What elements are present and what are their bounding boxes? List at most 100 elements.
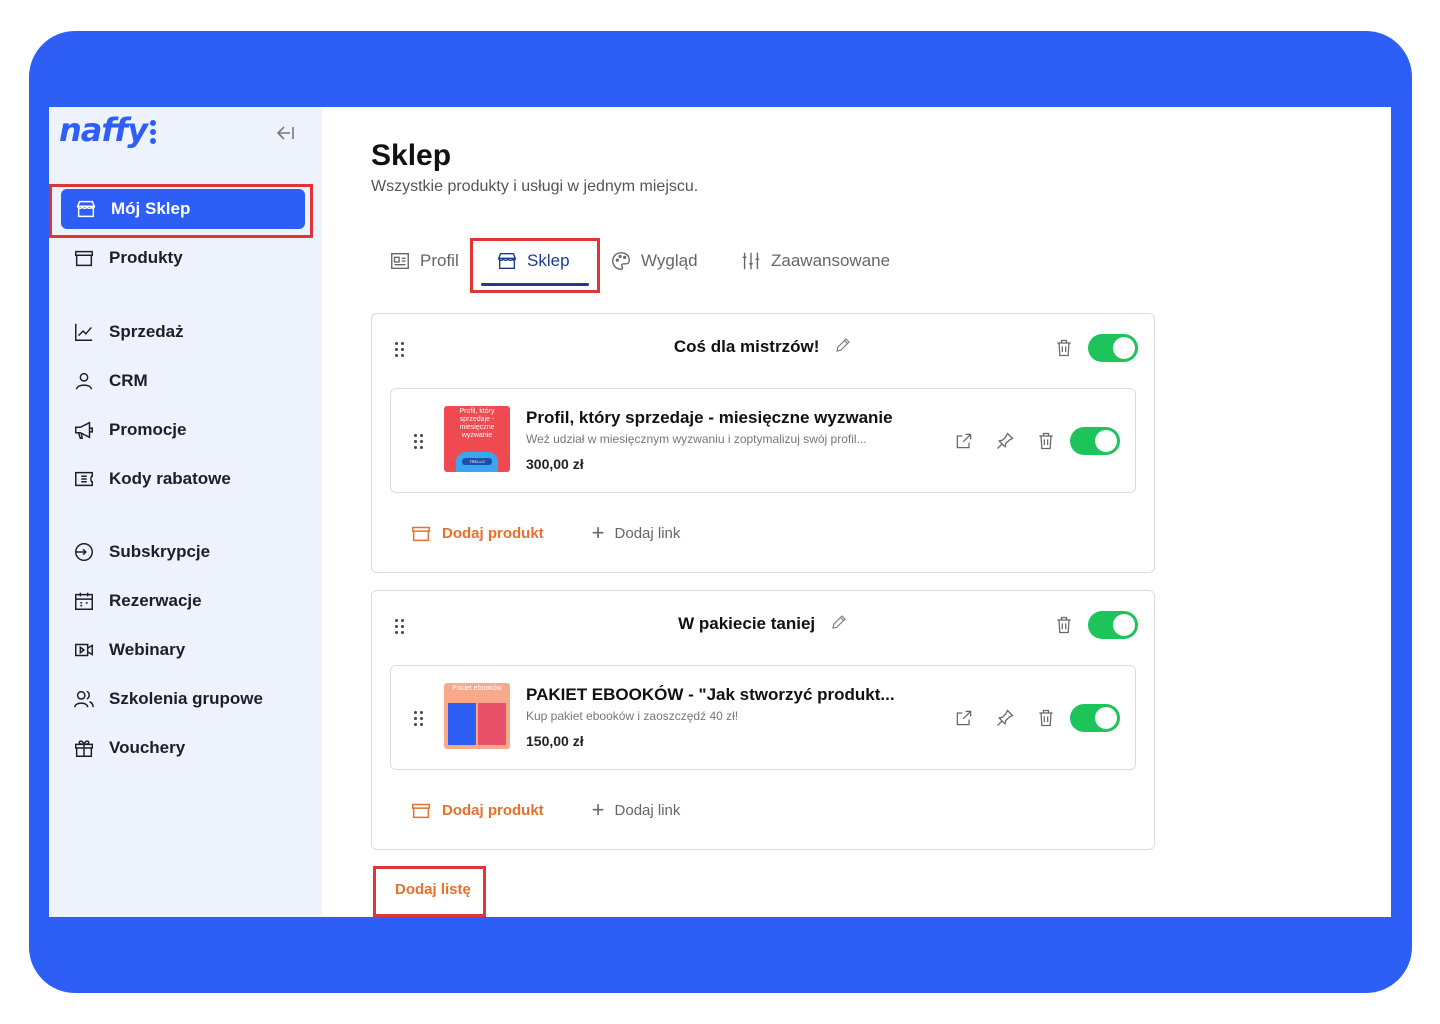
tab-profil[interactable]: Profil — [388, 241, 459, 281]
highlight-box — [49, 184, 313, 238]
product-description: Kup pakiet ebooków i zaoszczędź 40 zł! — [526, 709, 739, 723]
product-list-card: Coś dla mistrzów! Profil, który sprzedaj… — [371, 313, 1155, 573]
video-icon — [71, 637, 97, 663]
add-product-label: Dodaj produkt — [442, 524, 544, 542]
logo: naffy — [59, 111, 148, 149]
sidebar-item-webinary[interactable]: Webinary — [71, 630, 301, 670]
add-link-label: Dodaj link — [614, 524, 681, 542]
add-link-label: Dodaj link — [614, 801, 681, 819]
list-actions: Dodaj produkt + Dodaj link — [410, 798, 680, 822]
trash-icon[interactable] — [1053, 337, 1075, 359]
sidebar-item-label: Szkolenia grupowe — [109, 689, 263, 708]
sidebar-item-szkolenia-grupowe[interactable]: Szkolenia grupowe — [71, 679, 301, 719]
highlight-box — [373, 866, 486, 917]
ebook-cover-right — [478, 703, 506, 745]
sidebar-item-label: CRM — [109, 371, 148, 390]
product-name: PAKIET EBOOKÓW - "Jak stworzyć produkt..… — [526, 685, 895, 704]
thumbnail-text: Pakiet ebooków — [452, 685, 502, 692]
group-icon — [71, 686, 97, 712]
sidebar-item-label: Kody rabatowe — [109, 469, 231, 488]
pencil-icon[interactable] — [830, 613, 848, 636]
sidebar-item-sprzedaz[interactable]: Sprzedaż — [71, 312, 301, 352]
product-description: Weź udział w miesięcznym wyzwaniu i zopt… — [526, 432, 867, 446]
list-visibility-toggle[interactable] — [1088, 334, 1138, 362]
tab-label: Zaawansowane — [771, 251, 891, 270]
product-visibility-toggle[interactable] — [1070, 427, 1120, 455]
plus-icon: + — [591, 520, 605, 545]
list-title: Coś dla mistrzów! — [372, 336, 1154, 359]
folder-icon — [412, 803, 430, 819]
list-actions: Dodaj produkt + Dodaj link — [410, 521, 680, 545]
sidebar-item-label: Webinary — [109, 640, 186, 659]
pin-icon[interactable] — [994, 707, 1016, 729]
external-link-icon[interactable] — [953, 430, 975, 452]
page-title: Sklep — [371, 139, 452, 172]
megaphone-icon — [71, 417, 97, 443]
product-thumbnail: Profil, który sprzedaje - miesięczne wyz… — [444, 406, 510, 472]
list-title-text: Coś dla mistrzów! — [673, 337, 820, 356]
box-icon — [71, 245, 97, 271]
ebook-cover-left — [448, 703, 476, 745]
trash-icon[interactable] — [1053, 614, 1075, 636]
folder-icon — [412, 526, 430, 542]
drag-handle-icon[interactable] — [414, 434, 426, 450]
sliders-icon — [739, 249, 763, 273]
calendar-icon — [71, 588, 97, 614]
drag-handle-icon[interactable] — [414, 711, 426, 727]
sidebar-item-label: Produkty — [109, 248, 183, 267]
subscription-icon — [71, 539, 97, 565]
sidebar-item-produkty[interactable]: Produkty — [71, 238, 301, 278]
plus-icon: + — [591, 797, 605, 822]
add-product-button[interactable]: Dodaj produkt — [410, 522, 544, 544]
thumbnail-text: Profil, który sprzedaje - miesięczne wyz… — [459, 408, 495, 439]
sidebar-item-subskrypcje[interactable]: Subskrypcje — [71, 532, 301, 572]
product-price: 300,00 zł — [526, 456, 584, 472]
add-link-button[interactable]: + Dodaj link — [592, 522, 681, 544]
highlight-box — [470, 238, 600, 293]
tab-label: Profil — [420, 251, 459, 270]
product-list-card: W pakiecie taniej Pakiet ebooków PAKIET … — [371, 590, 1155, 850]
product-price: 150,00 zł — [526, 733, 584, 749]
sidebar-item-label: Subskrypcje — [109, 542, 211, 561]
sidebar-item-vouchery[interactable]: Vouchery — [71, 728, 301, 768]
page-subtitle: Wszystkie produkty i usługi w jednym mie… — [371, 178, 699, 195]
chart-line-icon — [71, 319, 97, 345]
sidebar-item-label: Sprzedaż — [109, 322, 184, 341]
list-title: W pakiecie taniej — [372, 613, 1154, 636]
product-visibility-toggle[interactable] — [1070, 704, 1120, 732]
sidebar-item-kody-rabatowe[interactable]: Kody rabatowe — [71, 459, 301, 499]
product-thumbnail: Pakiet ebooków — [444, 683, 510, 749]
user-icon — [71, 368, 97, 394]
pencil-icon[interactable] — [834, 336, 852, 359]
sidebar-item-label: Promocje — [109, 420, 187, 439]
product-row: Profil, który sprzedaje - miesięczne wyz… — [390, 388, 1136, 493]
add-product-button[interactable]: Dodaj produkt — [410, 799, 544, 821]
profile-card-icon — [388, 249, 412, 273]
add-link-button[interactable]: + Dodaj link — [592, 799, 681, 821]
trash-icon[interactable] — [1035, 707, 1057, 729]
logo-dots-icon — [150, 120, 158, 147]
sidebar-item-promocje[interactable]: Promocje — [71, 410, 301, 450]
sidebar-item-label: Rezerwacje — [109, 591, 202, 610]
sidebar-item-label: Vouchery — [109, 738, 186, 757]
palette-icon — [609, 249, 633, 273]
sidebar-item-rezerwacje[interactable]: Rezerwacje — [71, 581, 301, 621]
product-name: Profil, który sprzedaje - miesięczne wyz… — [526, 408, 893, 427]
tab-zaawansowane[interactable]: Zaawansowane — [739, 241, 890, 281]
app-window: naffy Mój Sklep Produkty Sprzedaż CRM Pr… — [49, 107, 1391, 917]
ticket-icon — [71, 466, 97, 492]
trash-icon[interactable] — [1035, 430, 1057, 452]
gift-icon — [71, 735, 97, 761]
list-visibility-toggle[interactable] — [1088, 611, 1138, 639]
sidebar-item-crm[interactable]: CRM — [71, 361, 301, 401]
external-link-icon[interactable] — [953, 707, 975, 729]
list-title-text: W pakiecie taniej — [678, 614, 816, 633]
tab-label: Wygląd — [641, 251, 698, 270]
add-product-label: Dodaj produkt — [442, 801, 544, 819]
product-row: Pakiet ebooków PAKIET EBOOKÓW - "Jak stw… — [390, 665, 1136, 770]
collapse-sidebar-icon[interactable] — [273, 121, 297, 145]
sidebar: naffy Mój Sklep Produkty Sprzedaż CRM Pr… — [49, 107, 322, 917]
thumbnail-badge: TRELLO — [462, 458, 492, 465]
tab-wyglad[interactable]: Wygląd — [609, 241, 698, 281]
pin-icon[interactable] — [994, 430, 1016, 452]
